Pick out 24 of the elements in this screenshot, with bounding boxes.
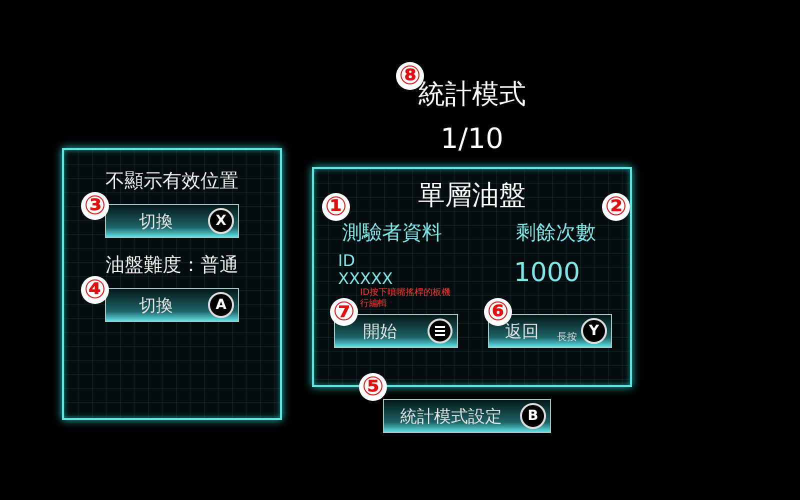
option-label: 油盤難度：普通	[106, 253, 238, 278]
option-label: 不顯示有效位置	[106, 169, 238, 194]
number-badge: ④	[81, 276, 109, 304]
panel-title: 單層油盤	[418, 179, 526, 213]
number-badge: ⑦	[330, 298, 358, 326]
key-icon: A	[208, 292, 234, 318]
key-icon: Y	[581, 318, 607, 344]
menu-icon	[427, 318, 453, 344]
column-heading: 剩餘次數	[516, 220, 596, 244]
switch-button[interactable]: 切換 X	[105, 204, 239, 238]
hint-text: 行編輯	[359, 299, 388, 310]
key-icon: X	[208, 208, 234, 234]
number-badge: ①	[322, 193, 350, 221]
id-label: ID	[338, 252, 356, 270]
key-icon: B	[520, 403, 546, 429]
remaining-count: 1000	[514, 258, 580, 290]
hint-text: ID按下噴嘴搖桿的板機	[359, 288, 451, 298]
switch-button[interactable]: 切換 A	[105, 288, 239, 322]
id-value: XXXXX	[338, 270, 393, 288]
page-counter: 1/10	[440, 122, 504, 155]
switch-button[interactable]: 統計模式設定 B	[383, 399, 551, 433]
column-heading: 測驗者資料	[342, 220, 442, 244]
number-badge: ②	[602, 193, 630, 221]
number-badge: ③	[81, 192, 109, 220]
